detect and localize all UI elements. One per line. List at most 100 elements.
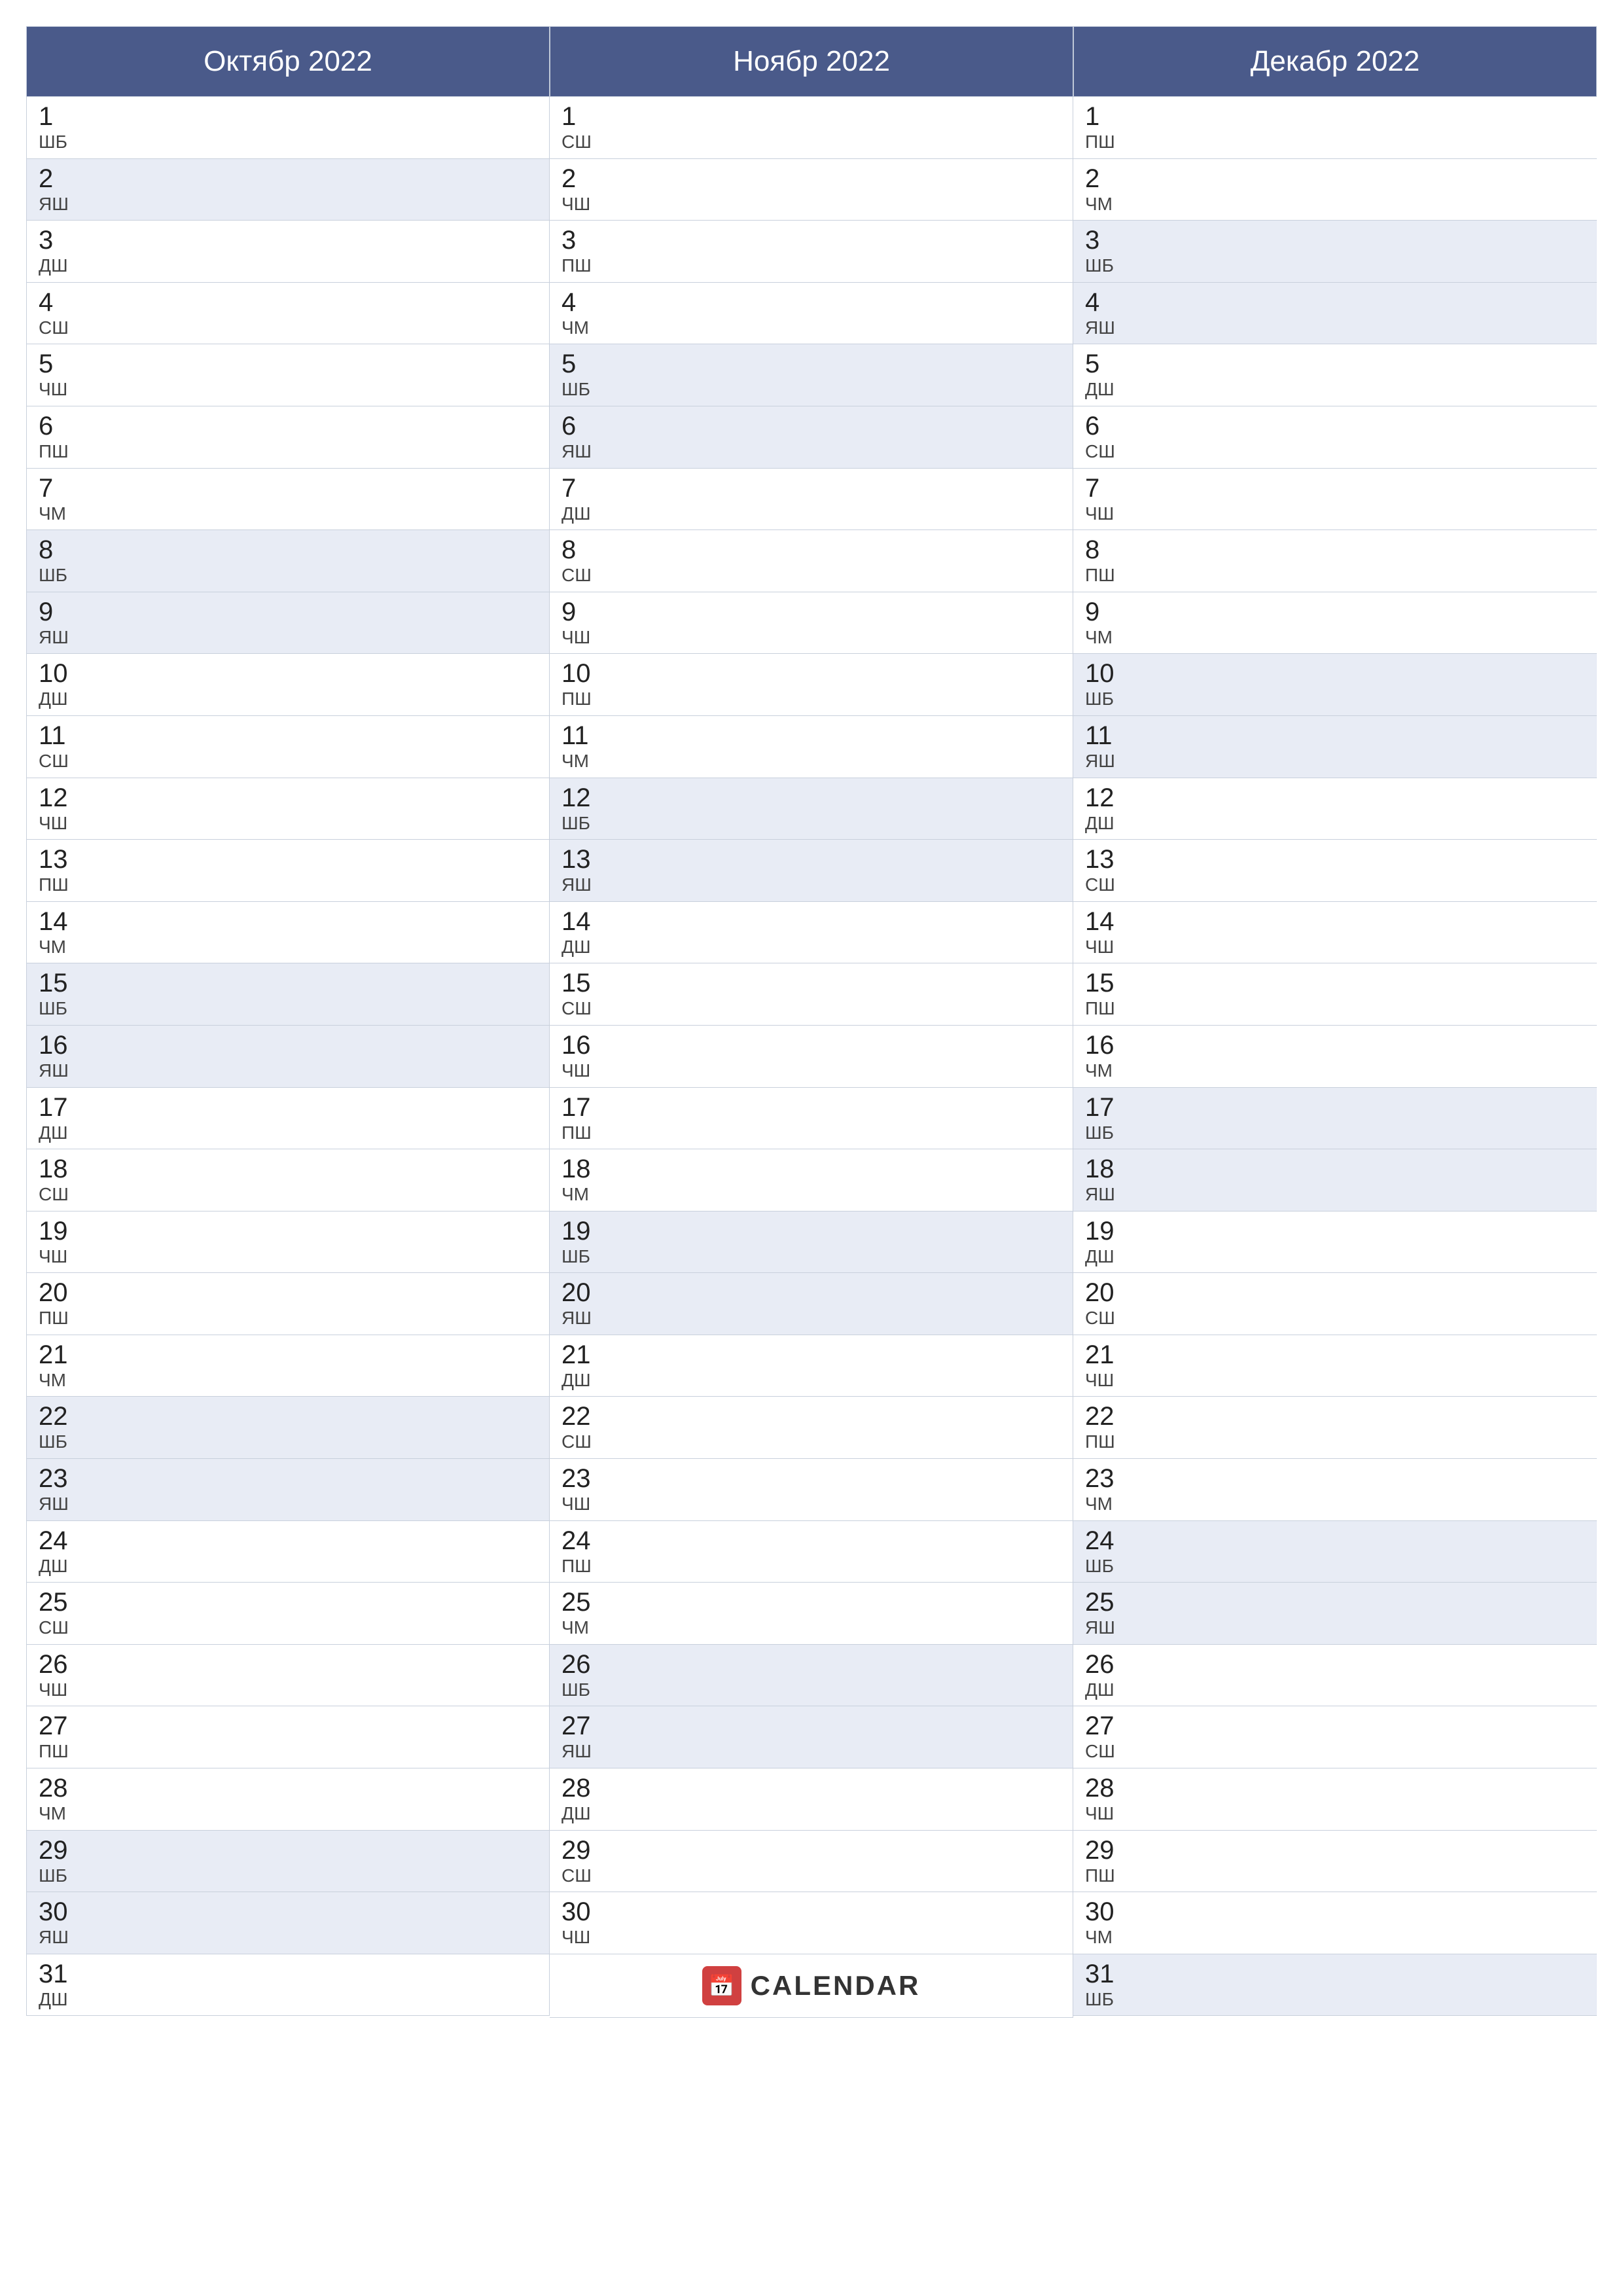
day-cell: 15СШ (550, 963, 1073, 1025)
day-number: 26 (1085, 1650, 1585, 1679)
day-number: 22 (1085, 1402, 1585, 1431)
day-cell: 10ШБ (1073, 654, 1597, 715)
month-col-october: Октябр 20221ШБ2ЯШ3ДШ4СШ5ЧШ6ПШ7ЧМ8ШБ9ЯШ10… (26, 26, 550, 2270)
day-label: СШ (562, 1865, 1061, 1887)
day-cell: 9ЧМ (1073, 592, 1597, 654)
day-row: 5ШБ (550, 344, 1073, 406)
day-label: ЧМ (1085, 1926, 1585, 1948)
day-number: 6 (39, 412, 537, 440)
day-cell: 31ДШ (27, 1954, 550, 2016)
day-number: 5 (1085, 350, 1585, 378)
day-row: 22СШ (550, 1397, 1073, 1459)
day-number: 29 (39, 1836, 537, 1865)
day-label: ШБ (562, 1679, 1061, 1701)
calendar-logo: 📅CALENDAR (562, 1960, 1061, 2012)
day-number: 17 (562, 1093, 1061, 1122)
day-number: 19 (562, 1217, 1061, 1246)
day-number: 8 (562, 535, 1061, 564)
month-header-october: Октябр 2022 (26, 26, 550, 97)
day-row: 10ШБ (1073, 654, 1597, 716)
day-row: 24ДШ (26, 1521, 550, 1583)
day-number: 23 (39, 1464, 537, 1493)
day-cell: 15ШБ (27, 963, 550, 1025)
day-label: ПШ (562, 255, 1061, 277)
day-label: ДШ (562, 1803, 1061, 1825)
day-cell: 17ДШ (27, 1088, 550, 1149)
day-row: 18ЧМ (550, 1149, 1073, 1211)
day-cell: 17ПШ (550, 1088, 1073, 1149)
day-cell: 28ЧМ (27, 1768, 550, 1830)
day-number: 12 (562, 783, 1061, 812)
day-row: 20СШ (1073, 1273, 1597, 1335)
day-label: ДШ (39, 1122, 537, 1144)
day-number: 28 (1085, 1774, 1585, 1803)
day-label: ШБ (39, 1431, 537, 1453)
day-row: 30ЧШ (550, 1892, 1073, 1954)
day-cell: 26ШБ (550, 1645, 1073, 1706)
day-label: ШБ (1085, 1555, 1585, 1577)
day-cell: 3ДШ (27, 221, 550, 282)
day-row: 17ШБ (1073, 1088, 1597, 1150)
day-cell: 24ДШ (27, 1521, 550, 1583)
day-row: 14ДШ (550, 902, 1073, 964)
day-row: 28ДШ (550, 1768, 1073, 1831)
day-label: ШБ (39, 131, 537, 153)
day-label: ШБ (1085, 255, 1585, 277)
day-row: 12ЧШ (26, 778, 550, 840)
day-number: 8 (1085, 535, 1585, 564)
day-label: ЧМ (562, 1617, 1061, 1639)
day-label: ЧМ (562, 317, 1061, 339)
day-cell: 30ЯШ (27, 1892, 550, 1954)
day-row: 29СШ (550, 1831, 1073, 1893)
day-cell: 2ЯШ (27, 159, 550, 221)
day-cell: 8ПШ (1073, 530, 1597, 592)
day-row: 16ЧМ (1073, 1026, 1597, 1088)
day-label: ШБ (39, 997, 537, 1020)
day-row: 26ДШ (1073, 1645, 1597, 1707)
day-cell: 21ЧМ (27, 1335, 550, 1397)
day-label: СШ (562, 997, 1061, 1020)
day-cell: 17ШБ (1073, 1088, 1597, 1149)
day-cell: 16ЧШ (550, 1026, 1073, 1087)
day-cell: 28ДШ (550, 1768, 1073, 1830)
day-label: ШБ (1085, 1122, 1585, 1144)
day-cell: 5ДШ (1073, 344, 1597, 406)
day-row: 23ЧМ (1073, 1459, 1597, 1521)
day-label: ДШ (1085, 1246, 1585, 1268)
day-number: 27 (562, 1712, 1061, 1740)
day-number: 18 (1085, 1155, 1585, 1183)
day-row: 6ЯШ (550, 406, 1073, 469)
day-cell: 29ПШ (1073, 1831, 1597, 1892)
day-cell: 28ЧШ (1073, 1768, 1597, 1830)
day-number: 30 (562, 1897, 1061, 1926)
day-row: 24ШБ (1073, 1521, 1597, 1583)
day-label: ПШ (39, 1307, 537, 1329)
day-number: 2 (39, 164, 537, 193)
day-row: 16ЯШ (26, 1026, 550, 1088)
day-cell: 24ШБ (1073, 1521, 1597, 1583)
day-row: 6ПШ (26, 406, 550, 469)
day-number: 14 (39, 907, 537, 936)
day-row: 9ЧШ (550, 592, 1073, 655)
day-row: 7ДШ (550, 469, 1073, 531)
day-cell: 5ШБ (550, 344, 1073, 406)
day-row: 28ЧМ (26, 1768, 550, 1831)
day-label: ДШ (1085, 812, 1585, 834)
day-cell: 15ПШ (1073, 963, 1597, 1025)
day-row: 2ЧМ (1073, 159, 1597, 221)
day-row: 15ПШ (1073, 963, 1597, 1026)
day-row: 22ШБ (26, 1397, 550, 1459)
day-number: 10 (39, 659, 537, 688)
day-label: ЧШ (39, 1246, 537, 1268)
day-cell: 24ПШ (550, 1521, 1073, 1583)
day-label: ЧМ (39, 1803, 537, 1825)
day-label: ШБ (562, 812, 1061, 834)
day-cell: 2ЧШ (550, 159, 1073, 221)
day-row: 5ЧШ (26, 344, 550, 406)
day-number: 17 (1085, 1093, 1585, 1122)
calendar-container: Октябр 20221ШБ2ЯШ3ДШ4СШ5ЧШ6ПШ7ЧМ8ШБ9ЯШ10… (0, 0, 1623, 2296)
day-cell: 25ЯШ (1073, 1583, 1597, 1644)
day-number: 4 (1085, 288, 1585, 317)
day-cell: 16ЧМ (1073, 1026, 1597, 1087)
day-row: 18ЯШ (1073, 1149, 1597, 1211)
